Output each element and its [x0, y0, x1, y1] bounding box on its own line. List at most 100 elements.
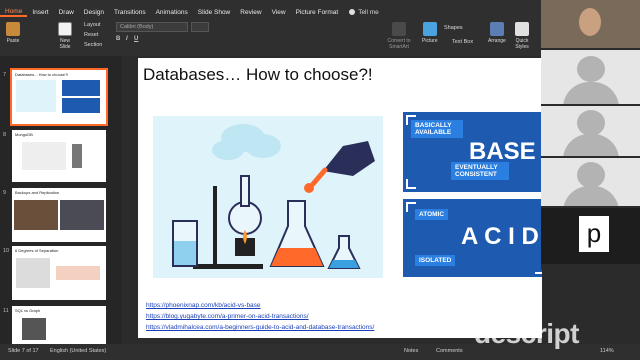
avatar-icon [576, 162, 605, 188]
thumbnail-slide-10[interactable]: 10 6 Degrees of Separation [0, 246, 122, 302]
paste-button[interactable]: Paste [6, 22, 20, 44]
slide-thumbnails-panel: 7 Databases... How to choose?! 8 MongoDB… [0, 56, 122, 344]
thumbnail-slide-9[interactable]: 9 Backups and Replication [0, 188, 122, 244]
participant-tile[interactable] [541, 50, 640, 104]
slide-title[interactable]: Databases… How to choose?! [143, 65, 373, 85]
acid-word: A C I D [461, 223, 539, 250]
tab-transitions[interactable]: Transitions [109, 9, 151, 16]
layout-button[interactable]: Layout [84, 22, 101, 28]
arrange-button[interactable]: Arrange [488, 22, 506, 44]
tab-view[interactable]: View [267, 9, 291, 16]
atomic-label: ATOMIC [415, 209, 449, 220]
zoom-level[interactable]: 114% [600, 348, 614, 354]
thumbnail-title: MongoDB [15, 132, 33, 137]
tab-picture-format[interactable]: Picture Format [291, 9, 344, 16]
tell-me-label: Tell me [358, 8, 379, 16]
thumbnail-illustration [16, 80, 56, 112]
thumbnail-number: 7 [3, 72, 7, 78]
quick-styles-label: Quick Styles [515, 38, 529, 50]
corner-bracket [406, 179, 416, 189]
participant-video-tile[interactable] [541, 0, 640, 48]
avatar-body [562, 134, 619, 156]
avatar-body [562, 186, 619, 206]
picture-button[interactable]: Picture [422, 22, 438, 44]
thumbnail-number: 11 [3, 308, 9, 314]
arrange-label: Arrange [488, 38, 506, 44]
thumbnail-content [16, 258, 50, 288]
section-button[interactable]: Section [84, 42, 102, 48]
participant-tile[interactable] [541, 158, 640, 206]
tab-review[interactable]: Review [235, 9, 266, 16]
smartart-icon [392, 22, 406, 36]
basically-available-label: BASICALLY AVAILABLE [411, 120, 463, 138]
lightbulb-icon [349, 9, 356, 15]
thumbnail-slide-7[interactable]: 7 Databases... How to choose?! [0, 68, 122, 128]
new-slide-icon [58, 22, 72, 36]
arrange-icon [489, 22, 504, 36]
slide-canvas[interactable]: Databases… How to choose?! BASICALLY AVA… [138, 58, 542, 338]
thumbnail-meme-image [60, 200, 104, 230]
thumbnail-content [72, 144, 82, 168]
language-indicator[interactable]: English (United States) [50, 348, 106, 354]
thumbnail-number: 9 [3, 190, 7, 196]
reset-button[interactable]: Reset [84, 32, 98, 38]
slide-counter: Slide 7 of 17 [8, 348, 39, 354]
thumbnail-base-block [62, 80, 100, 96]
avatar-body [562, 82, 619, 104]
shapes-button[interactable]: Shapes [444, 25, 463, 31]
quick-styles-icon [515, 22, 529, 36]
thumbnail-card[interactable]: Backups and Replication [12, 188, 106, 242]
eventually-consistent-label: EVENTUALLY CONSISTENT [451, 162, 509, 180]
acid-graphic[interactable]: ATOMIC A C I D ISOLATED [403, 199, 542, 277]
font-size-field[interactable] [191, 22, 209, 32]
thumbnail-content [56, 266, 100, 280]
clipboard-icon [6, 22, 20, 36]
bold-icon[interactable]: B [116, 36, 120, 42]
quick-styles-button[interactable]: Quick Styles [512, 22, 532, 50]
reference-link[interactable]: https://vladmihalcea.com/a-beginners-gui… [146, 322, 374, 333]
tab-draw[interactable]: Draw [54, 9, 79, 16]
reference-link[interactable]: https://phoenixnap.com/kb/acid-vs-base [146, 300, 374, 311]
thumbnail-acid-block [62, 98, 100, 113]
thumbnail-card[interactable]: Databases... How to choose?! [10, 68, 108, 126]
thumbnail-number: 10 [3, 248, 10, 254]
avatar-icon [576, 110, 605, 136]
tab-animations[interactable]: Animations [151, 9, 193, 16]
text-box-button[interactable]: Text Box [452, 39, 473, 45]
thumbnail-title: Databases... How to choose?! [15, 72, 69, 77]
thumbnail-card[interactable]: 6 Degrees of Separation [12, 246, 106, 300]
tab-slide-show[interactable]: Slide Show [193, 9, 236, 16]
tab-home[interactable]: Home [0, 8, 28, 17]
comments-button[interactable]: Comments [436, 348, 463, 354]
thumbnail-number: 8 [3, 132, 7, 138]
participant-initial: p [579, 216, 609, 252]
notes-button[interactable]: Notes [404, 348, 418, 354]
convert-to-smartart-button[interactable]: Convert to SmartArt [382, 22, 416, 50]
thumbnail-card[interactable]: SQL vs Graph [12, 306, 106, 344]
picture-label: Picture [422, 38, 438, 44]
participant-tile[interactable] [541, 106, 640, 156]
base-graphic[interactable]: BASICALLY AVAILABLE BASE EVENTUALLY CONS… [403, 112, 542, 192]
italic-icon[interactable]: I [126, 36, 128, 42]
thumbnail-slide-8[interactable]: 8 MongoDB [0, 130, 122, 186]
underline-icon[interactable]: U [134, 36, 138, 42]
ribbon-tabs: Home Insert Draw Design Transitions Anim… [0, 4, 379, 20]
tab-design[interactable]: Design [79, 9, 109, 16]
thumbnail-slide-11[interactable]: 11 SQL vs Graph [0, 306, 122, 344]
thumbnail-title: SQL vs Graph [15, 308, 41, 313]
tab-insert[interactable]: Insert [27, 9, 53, 16]
tell-me-box[interactable]: Tell me [349, 9, 379, 16]
thumbnail-content [22, 142, 66, 170]
new-slide-button[interactable]: New Slide [54, 22, 76, 50]
participant-initial-tile[interactable]: p [541, 208, 640, 264]
paste-label: Paste [6, 38, 20, 44]
chemistry-illustration[interactable] [153, 116, 383, 278]
participant-face [579, 8, 601, 36]
font-name-field[interactable]: Calibri (Body) [116, 22, 188, 32]
thumbnail-title: Backups and Replication [15, 190, 60, 195]
thumbnail-content [22, 318, 46, 340]
reference-link[interactable]: https://blog.yugabyte.com/a-primer-on-ac… [146, 311, 374, 322]
thumbnail-card[interactable]: MongoDB [12, 130, 106, 182]
avatar-icon [576, 56, 605, 82]
isolated-label: ISOLATED [415, 255, 456, 266]
